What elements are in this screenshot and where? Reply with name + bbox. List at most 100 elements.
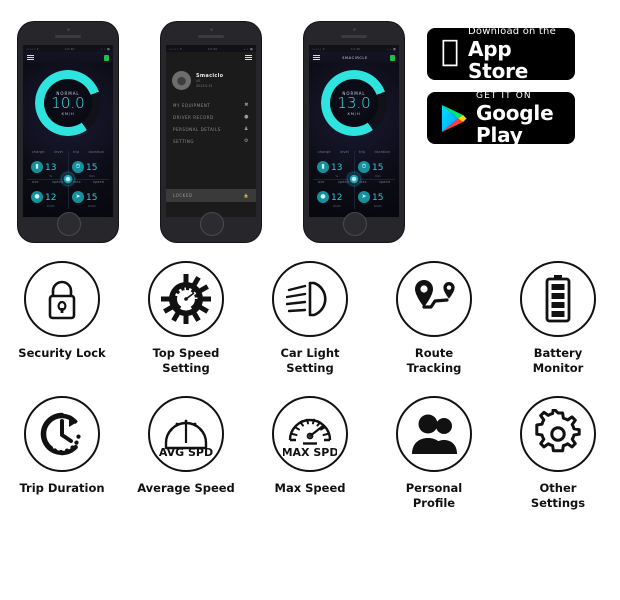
status-carrier: ••••• ▾ — [169, 46, 182, 51]
pin-icon: ● — [244, 113, 249, 120]
locked-status-row[interactable]: LOCKED 🔒 — [166, 189, 256, 202]
feature-top-speed-setting[interactable]: Top Speed Setting — [124, 255, 248, 376]
headlight-icon — [272, 261, 348, 337]
feature-label-line1: Average Speed — [137, 481, 235, 495]
feature-label-line1: Other — [539, 481, 577, 495]
metric-average-speed[interactable]: ave speed ● 12 km/h — [27, 179, 68, 209]
metric-max-speed[interactable]: max speed ➤ 15 km/h — [354, 179, 395, 209]
menu-item-label: PERSONAL DETAILS — [173, 126, 221, 132]
feature-max-speed[interactable]: MAX SPD Max Speed — [248, 390, 372, 511]
home-button[interactable] — [57, 212, 81, 236]
feature-label-line1: Car Light — [280, 346, 340, 360]
metric-value: 13 — [331, 163, 343, 173]
feature-route-tracking[interactable]: Route Tracking — [372, 255, 496, 376]
feature-car-light-setting[interactable]: Car Light Setting — [248, 255, 372, 376]
hamburger-icon[interactable] — [27, 53, 34, 62]
feature-personal-profile[interactable]: Personal Profile — [372, 390, 496, 511]
google-play-icon — [441, 104, 467, 133]
speed-gauge: NORMAL 13.0 KM/H — [321, 70, 387, 136]
menu-item-setting[interactable]: SETTING ⚙ — [166, 136, 256, 148]
status-time: 12:30 — [350, 46, 361, 51]
center-hub-icon — [348, 173, 360, 185]
google-play-badge[interactable]: GET IT ON Google Play — [427, 91, 575, 147]
avg-spd-text: AVG SPD — [159, 446, 213, 459]
gauge-icon: ● — [317, 190, 329, 203]
feature-label: Car Light Setting — [280, 346, 339, 376]
avatar: ● — [172, 71, 191, 90]
metric-label-left: trip — [359, 150, 366, 154]
home-button[interactable] — [200, 212, 224, 236]
metric-value-box: ➤ 15 km/h — [356, 184, 393, 209]
home-button[interactable] — [343, 212, 367, 236]
speed-gauge-wrap: NORMAL 13.0 KM/H — [309, 63, 399, 149]
feature-label: Personal Profile — [406, 481, 463, 511]
clock-arrow-icon — [24, 396, 100, 472]
features-grid: Security Lock Top Speed Setting Car Ligh… — [0, 255, 620, 511]
metric-average-speed[interactable]: ave speed ● 12 km/h — [313, 179, 354, 209]
max-spd-text: MAX SPD — [283, 446, 337, 459]
bluetooth-icon[interactable] — [389, 54, 395, 61]
metric-charge-level[interactable]: charge level ▮ 13 % — [313, 149, 354, 179]
metric-label-right: level — [54, 150, 63, 154]
feature-average-speed[interactable]: AVG SPD Average Speed — [124, 390, 248, 511]
phone-dashboard-3: ••••• ▾ 12:30 • • ■ SMACIRCLE NORMAL 13.… — [304, 22, 404, 242]
bluetooth-icon[interactable] — [104, 54, 109, 61]
feature-label: Average Speed — [137, 481, 235, 496]
metric-charge-level[interactable]: charge level ▮ 13 % — [27, 149, 68, 179]
app-store-badge[interactable]:  Download on the App Store — [427, 26, 575, 82]
metric-unit: % — [335, 174, 339, 178]
phone-1-screen: ••••• ▾ 12:30 • • ■ NORMAL 10.0 KM/H cha… — [23, 45, 113, 217]
hamburger-icon[interactable] — [313, 53, 320, 62]
speed-gauge: NORMAL 10.0 KM/H — [35, 70, 101, 136]
metric-value-box: ➤ 15 km/h — [70, 184, 107, 209]
feature-label-line2: Monitor — [532, 361, 584, 375]
features-row-1: Security Lock Top Speed Setting Car Ligh… — [0, 255, 620, 376]
feature-security-lock[interactable]: Security Lock — [0, 255, 124, 376]
feature-label-line2: Settings — [530, 496, 586, 510]
menu-item-personal-details[interactable]: PERSONAL DETAILS ♟ — [166, 123, 256, 135]
metric-label-left: trip — [73, 150, 80, 154]
metric-unit: % — [49, 174, 53, 178]
hamburger-icon[interactable] — [245, 53, 252, 62]
phone-drawer-2: ••••• ▾ 12:30 • • ■ ● Smaciclo US 2013.5… — [161, 22, 261, 242]
menu-item-my-equipment[interactable]: MY EQUIPMENT ✖ — [166, 99, 256, 111]
profile-header[interactable]: ● Smaciclo US 2013.5.15 — [166, 63, 256, 96]
metric-labels: trip duration — [356, 149, 393, 154]
front-camera-icon — [209, 28, 213, 31]
feature-trip-duration[interactable]: Trip Duration — [0, 390, 124, 511]
menu-item-driver-record[interactable]: DRIVER RECORD ● — [166, 111, 256, 123]
metric-value: 15 — [86, 163, 98, 173]
feature-label-line2: Profile — [412, 496, 456, 510]
google-play-big-label: Google Play — [476, 101, 554, 147]
route-pin-icon — [396, 261, 472, 337]
feature-label-line1: Max Speed — [274, 481, 346, 495]
metric-label-left: max — [73, 180, 81, 184]
status-bar: ••••• ▾ 12:30 • • ■ — [166, 45, 256, 52]
feature-battery-monitor[interactable]: Battery Monitor — [496, 255, 620, 376]
metric-value-box: ● 12 km/h — [29, 184, 66, 209]
metric-unit: km/h — [87, 204, 96, 208]
metric-unit: km/h — [332, 204, 341, 208]
feature-other-settings[interactable]: Other Settings — [496, 390, 620, 511]
feature-label: Max Speed — [275, 481, 346, 496]
feature-label: Other Settings — [531, 481, 585, 511]
features-row-2: Trip Duration AVG SPD Average Speed MAX … — [0, 390, 620, 511]
metric-value: 12 — [331, 193, 343, 203]
feature-label-line1: Security Lock — [18, 346, 106, 360]
speed-gauge-wrap: NORMAL 10.0 KM/H — [23, 63, 113, 149]
metric-label-right: level — [340, 150, 349, 154]
gear-speed-icon — [148, 261, 224, 337]
gauge-inner: NORMAL 13.0 KM/H — [330, 79, 378, 127]
app-nav-bar — [23, 52, 113, 63]
feature-label-line2: Tracking — [406, 361, 462, 375]
feature-label-line1: Top Speed — [152, 346, 220, 360]
metric-trip-duration[interactable]: trip duration ⏱ 15 min — [354, 149, 395, 179]
front-camera-icon — [352, 28, 356, 31]
feature-label-line1: Route — [414, 346, 454, 360]
metric-value: 13 — [45, 163, 57, 173]
metrics-panel: charge level ▮ 13 % trip duration ⏱ 15 m… — [309, 149, 399, 211]
metric-unit: min — [374, 174, 381, 178]
phone-dashboard-1: ••••• ▾ 12:30 • • ■ NORMAL 10.0 KM/H cha… — [18, 22, 118, 242]
metric-trip-duration[interactable]: trip duration ⏱ 15 min — [68, 149, 109, 179]
metric-max-speed[interactable]: max speed ➤ 15 km/h — [68, 179, 109, 209]
